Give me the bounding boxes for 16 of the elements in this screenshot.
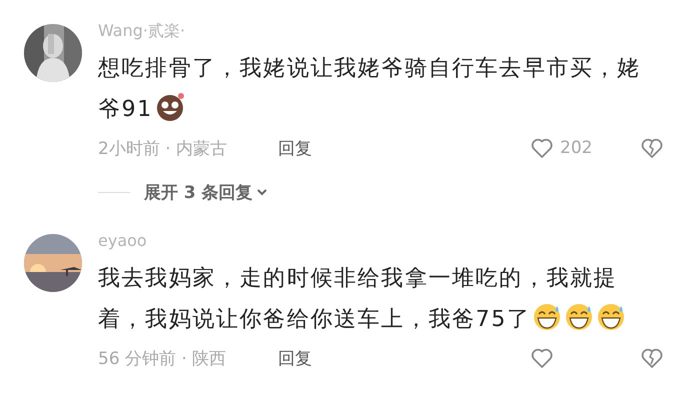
- emoji-icon: [564, 302, 594, 332]
- expand-replies-button[interactable]: 展开 3 条回复: [144, 180, 269, 204]
- comment-text: 我去我妈家，走的时候非给我拿一堆吃的，我就提着，我妈说让你爸给你送车上，我爸75了: [98, 258, 658, 340]
- reply-link[interactable]: 回复: [278, 346, 312, 370]
- time-location: 56 分钟前 · 陕西: [98, 348, 228, 370]
- emoji-icon: [154, 92, 185, 122]
- broken-heart-icon[interactable]: [640, 346, 664, 370]
- comment-text: 想吃排骨了，我姥说让我姥爷骑自行车去早市买，姥爷91: [98, 55, 642, 124]
- heart-icon[interactable]: [530, 136, 554, 160]
- time-location: 2小时前 · 内蒙古: [98, 138, 228, 160]
- broken-heart-icon[interactable]: [640, 136, 664, 160]
- emoji-icon: [596, 302, 626, 332]
- emoji-icon: [532, 302, 562, 332]
- like-count: 202: [560, 138, 594, 158]
- reply-link[interactable]: 回复: [278, 136, 312, 160]
- heart-icon[interactable]: [530, 346, 554, 370]
